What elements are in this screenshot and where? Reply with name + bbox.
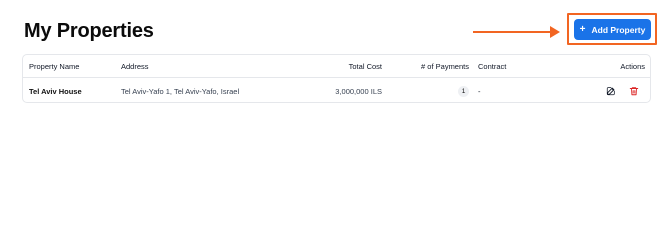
column-header-payments: # of Payments	[421, 61, 469, 71]
table-row: Tel Aviv House Tel Aviv-Yafo 1, Tel Aviv…	[23, 78, 650, 104]
table-header-row: Property Name Address Total Cost # of Pa…	[23, 55, 650, 78]
column-header-actions: Actions	[620, 61, 645, 71]
add-property-button[interactable]: + Add Property	[574, 19, 651, 40]
column-header-property-name: Property Name	[29, 61, 80, 71]
plus-icon: +	[579, 23, 586, 35]
property-name-cell: Tel Aviv House	[29, 86, 82, 96]
column-header-contract: Contract	[478, 61, 507, 71]
page-title: My Properties	[24, 20, 154, 42]
trash-icon[interactable]	[628, 85, 640, 97]
edit-icon[interactable]	[605, 85, 617, 97]
contract-cell: -	[478, 86, 481, 96]
add-property-label: Add Property	[591, 24, 646, 35]
total-cost-cell: 3,000,000 ILS	[335, 86, 382, 96]
arrow-right-icon	[473, 26, 560, 38]
properties-table: Property Name Address Total Cost # of Pa…	[22, 54, 651, 103]
payments-count-badge: 1	[458, 85, 469, 97]
column-header-address: Address	[121, 61, 149, 71]
payments-cell: 1	[458, 78, 469, 104]
actions-cell	[605, 78, 640, 104]
column-header-total-cost: Total Cost	[348, 61, 382, 71]
address-cell: Tel Aviv-Yafo 1, Tel Aviv-Yafo, Israel	[121, 86, 240, 96]
